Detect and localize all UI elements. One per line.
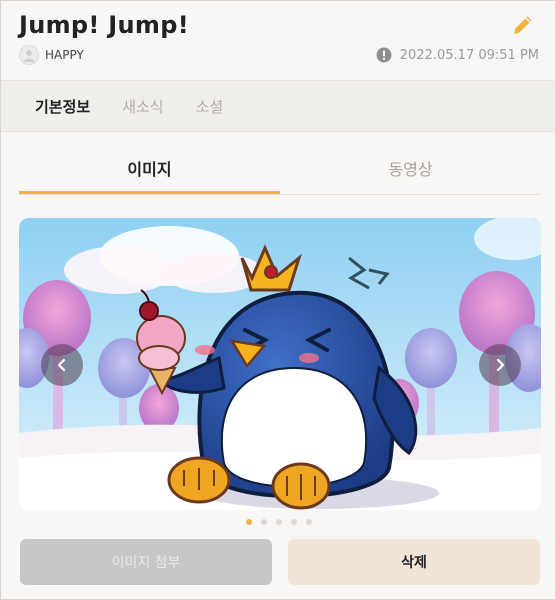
image-viewer[interactable] [19, 218, 541, 510]
nav-tab-social[interactable]: 소셜 [180, 96, 240, 117]
chevron-left-icon [57, 358, 66, 372]
app-frame: Jump! Jump! HAPPY 2022.05.17 09:51 PM 기본… [0, 0, 556, 600]
nav-tab-news[interactable]: 새소식 [106, 96, 179, 117]
pagination-dot[interactable] [276, 519, 282, 525]
pagination-dot[interactable] [261, 519, 267, 525]
post-header: Jump! Jump! HAPPY 2022.05.17 09:51 PM [1, 1, 555, 79]
next-image-button[interactable] [479, 344, 521, 386]
author-info: HAPPY [19, 45, 84, 65]
nav-tab-basic-info[interactable]: 기본정보 [19, 96, 106, 117]
attach-image-button[interactable]: 이미지 첨부 [20, 539, 272, 585]
prev-image-button[interactable] [41, 344, 83, 386]
post-meta: 2022.05.17 09:51 PM [376, 47, 539, 63]
author-name: HAPPY [45, 48, 84, 62]
media-tabs: 이미지 동영상 [19, 147, 541, 195]
pencil-icon [514, 16, 532, 34]
pagination-dot[interactable] [246, 519, 252, 525]
pagination-dot[interactable] [306, 519, 312, 525]
alert-icon[interactable] [376, 47, 392, 63]
delete-button[interactable]: 삭제 [288, 539, 540, 585]
tab-video[interactable]: 동영상 [280, 147, 541, 194]
pagination-dot[interactable] [291, 519, 297, 525]
edit-button[interactable] [511, 13, 535, 37]
post-date: 2022.05.17 09:51 PM [399, 47, 539, 63]
avatar-icon [19, 45, 39, 65]
penguin-king-illustration [19, 218, 541, 510]
post-title: Jump! Jump! [19, 11, 189, 39]
chevron-right-icon [496, 358, 505, 372]
section-nav: 기본정보 새소식 소셜 [1, 80, 555, 132]
pagination-dots [1, 519, 555, 525]
tab-image[interactable]: 이미지 [19, 147, 280, 194]
